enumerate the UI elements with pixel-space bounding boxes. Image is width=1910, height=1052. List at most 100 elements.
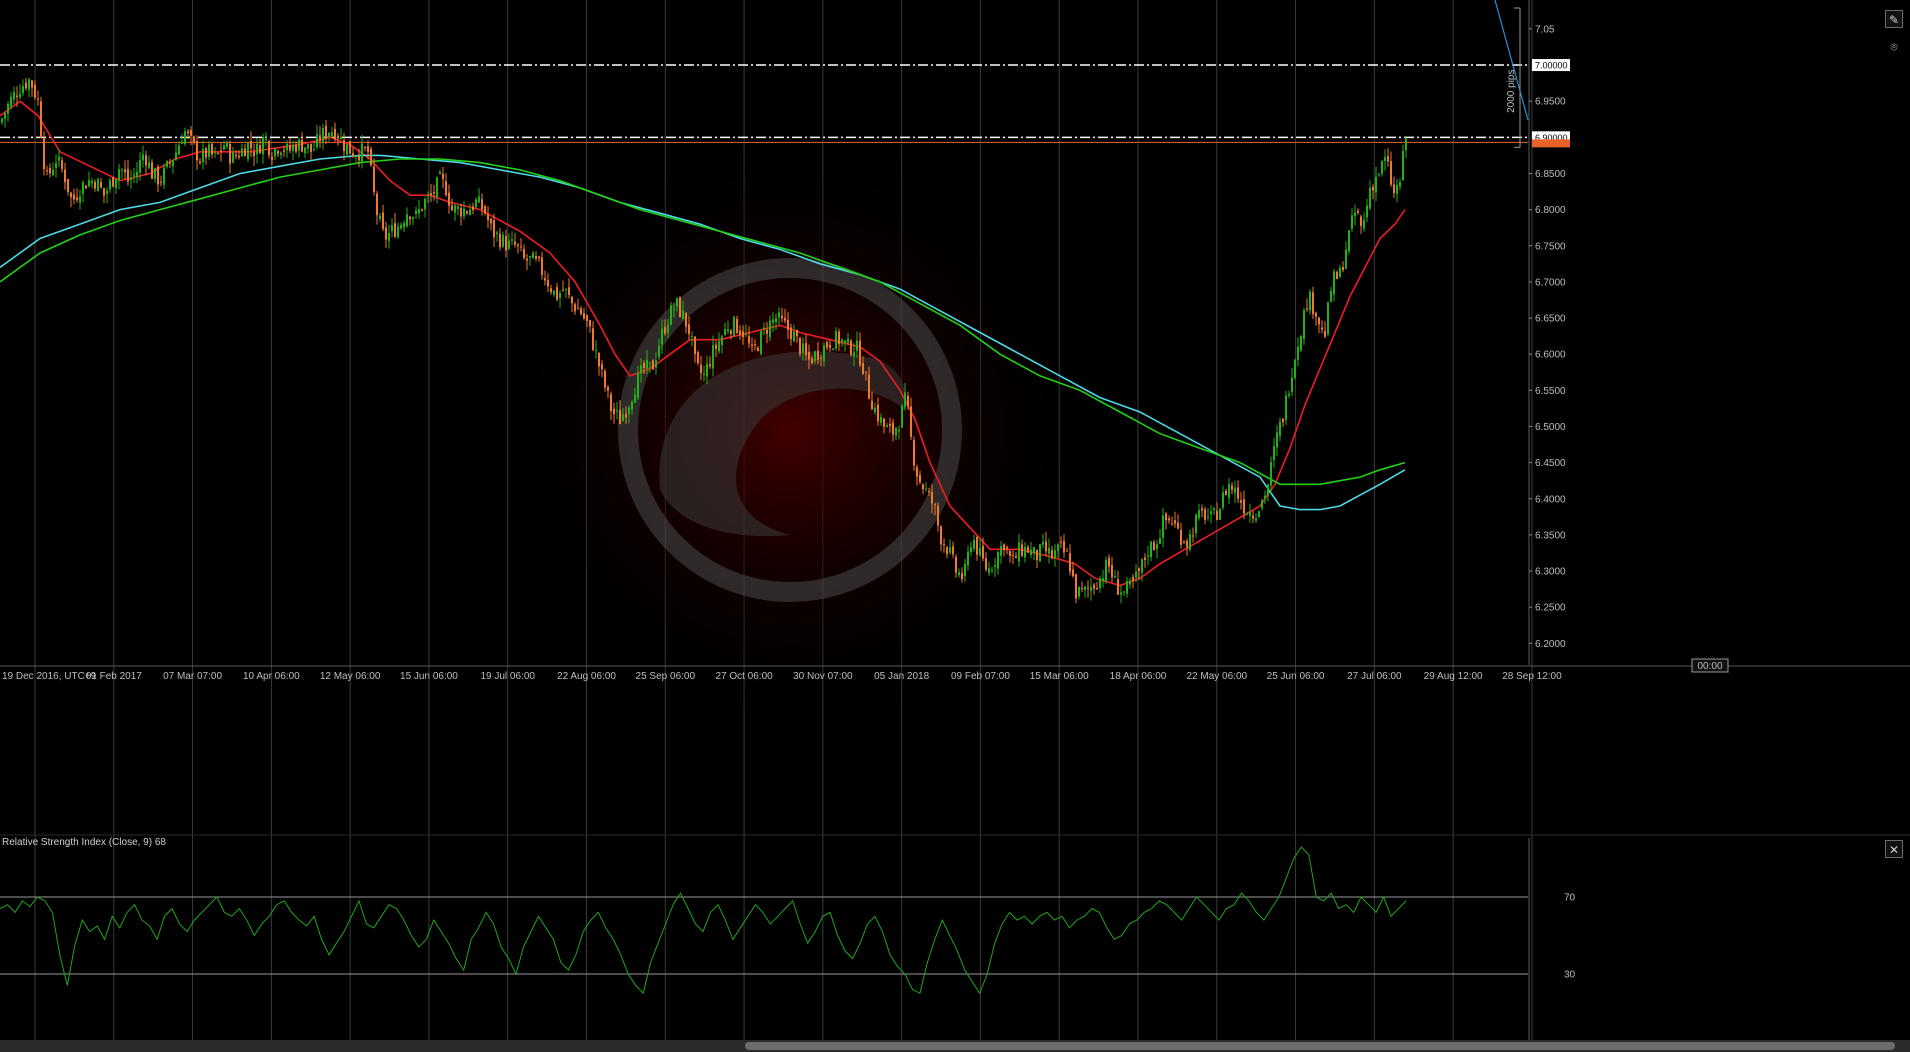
candle-body [463,208,465,217]
candle-body [331,132,333,136]
chart-canvas[interactable]: 2000 pips 7.05 6.9500 6.8500 6.8000 6.7500 6.… [0,0,1910,1040]
candle-body [538,256,540,259]
candle-body [1387,156,1389,162]
candle-body [196,141,198,161]
candle-body [82,182,84,194]
candle-body [448,192,450,206]
candle-body [946,547,948,555]
candle-body [556,287,558,300]
price-axis[interactable]: 7.05 6.9500 6.8500 6.8000 6.7500 6.7000 6.6500… [1528,0,1570,665]
candle-body [970,547,972,553]
candle-body [295,145,297,152]
edit-icon[interactable]: ✎ [1885,10,1903,28]
candle-body [745,334,747,336]
candle-body [904,392,906,407]
candle-body [1285,395,1287,421]
candle-body [244,148,246,157]
price-tick-label: 6.9500 [1535,97,1566,108]
candle-body [1234,487,1236,493]
candle-body [802,343,804,353]
rsi-panel: 70 30 [0,838,1576,1040]
scrollbar-thumb[interactable] [745,1042,1895,1050]
candle-body [1114,576,1116,578]
candle-body [796,330,798,337]
candle-body [502,234,504,247]
candle-body [1165,513,1167,521]
candle-body [901,405,903,428]
candle-body [280,152,282,156]
rsi-level-label: 70 [1564,893,1576,904]
candle-body [1012,555,1014,557]
candle-body [1351,215,1353,229]
candle-body [631,401,633,410]
candle-body [1267,484,1269,496]
candle-body [286,143,288,151]
candle-body [889,424,891,426]
candle-body [373,166,375,192]
candle-body [847,338,849,343]
candle-body [460,207,462,217]
candle-body [310,143,312,152]
candle-body [676,298,678,307]
candle-body [1378,173,1380,175]
candle-body [226,143,228,147]
candle-body [484,206,486,214]
candle-body [730,330,732,334]
candle-body [880,416,882,423]
candle-body [403,223,405,228]
candle-body [856,340,858,351]
candle-body [601,364,603,370]
close-panel-icon[interactable]: ✕ [1885,840,1903,858]
candle-body [451,205,453,211]
candle-body [445,181,447,196]
candle-body [217,153,219,155]
candle-body [1318,317,1320,325]
candle-body [694,336,696,354]
candle-body [1372,186,1374,191]
candle-body [583,313,585,319]
candle-body [1177,522,1179,529]
time-axis[interactable]: 19 Dec 2016, UTC+901 Feb 2017 07 Mar 07:0… [0,658,1910,836]
candle-body [955,557,957,573]
candle-body [1330,290,1332,302]
price-tick-label: 6.3000 [1535,567,1566,578]
candle-body [751,344,753,347]
time-tick-label: 19 Dec 2016, UTC+9 [2,671,97,682]
candle-body [1048,547,1050,554]
price-tick-label: 6.2000 [1535,639,1566,650]
candle-body [472,206,474,210]
price-line-badge-label: 7.00000 [1535,61,1568,71]
candle-body [58,156,60,161]
horizontal-scrollbar[interactable] [0,1040,1910,1052]
candle-body [844,340,846,343]
candle-body [1294,359,1296,378]
candle-body [103,188,105,196]
candle-body [1033,547,1035,553]
candle-body [151,162,153,179]
candle-body [1,118,3,123]
candle-body [28,79,30,90]
horizontal-price-lines[interactable]: 2000 pips [0,0,1529,148]
candle-body [988,568,990,573]
candle-body [352,153,354,157]
candle-body [724,329,726,335]
candle-body [259,145,261,154]
candle-body [739,330,741,335]
candle-body [592,328,594,350]
candle-body [7,103,9,114]
candle-body [1084,586,1086,590]
candle-body [142,154,144,161]
camera-icon[interactable]: ⌾ [1885,38,1903,56]
candle-body [1042,542,1044,545]
candle-body [145,155,147,166]
candle-body [1342,267,1344,270]
time-tick-label: 22 May 06:00 [1186,671,1247,682]
candle-body [247,142,249,160]
candle-body [1240,500,1242,503]
candle-body [1021,544,1023,556]
candle-body [613,408,615,415]
candle-body [79,196,81,203]
candle-body [625,414,627,418]
candle-body [358,155,360,161]
candle-body [1222,492,1224,508]
